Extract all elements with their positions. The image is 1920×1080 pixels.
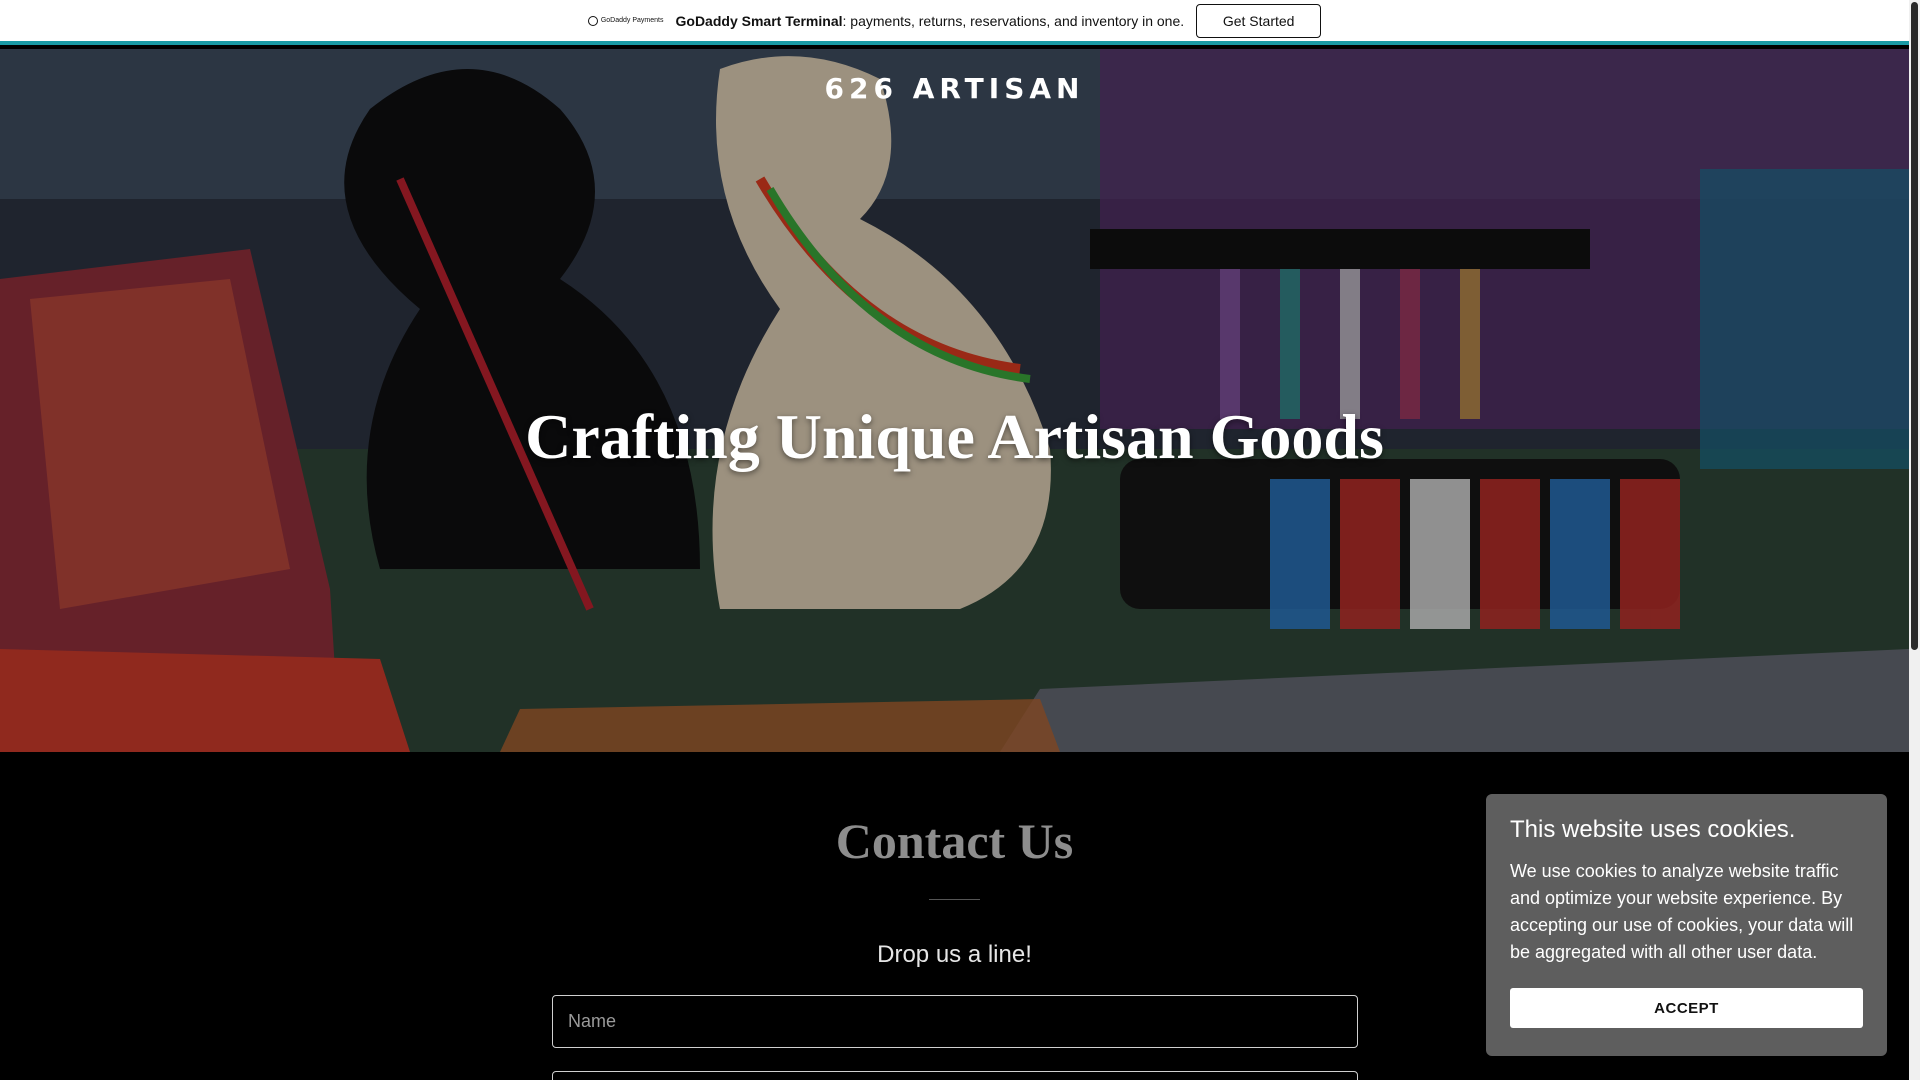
promo-description: : payments, returns, reservations, and i… <box>842 12 1185 29</box>
email-field[interactable] <box>552 1071 1358 1080</box>
accept-cookies-button[interactable]: ACCEPT <box>1510 988 1863 1028</box>
name-field[interactable] <box>552 995 1358 1048</box>
get-started-button[interactable]: Get Started <box>1196 3 1322 38</box>
godaddy-mark-icon <box>587 15 598 26</box>
cookie-banner: This website uses cookies. We use cookie… <box>1486 794 1887 1056</box>
promo-banner: GoDaddy Payments GoDaddy Smart Terminal:… <box>0 0 1909 45</box>
hero-title: Crafting Unique Artisan Goods <box>525 401 1384 472</box>
hero-section: 626 ARTISAN Crafting Unique Artisan Good… <box>0 49 1909 752</box>
godaddy-logo-text: GoDaddy Payments <box>600 17 664 24</box>
cookie-body: We use cookies to analyze website traffi… <box>1510 861 1854 962</box>
promo-product-name: GoDaddy Smart Terminal <box>675 12 843 29</box>
godaddy-logo: GoDaddy Payments <box>587 15 664 26</box>
section-divider <box>929 899 980 900</box>
cookie-title: This website uses cookies. <box>1510 816 1796 843</box>
promo-text: GoDaddy Smart Terminal: payments, return… <box>676 13 1185 29</box>
scrollbar-thumb[interactable] <box>1911 2 1918 650</box>
site-brand[interactable]: 626 ARTISAN <box>0 72 1909 105</box>
page-scrollbar[interactable] <box>1909 0 1920 1080</box>
